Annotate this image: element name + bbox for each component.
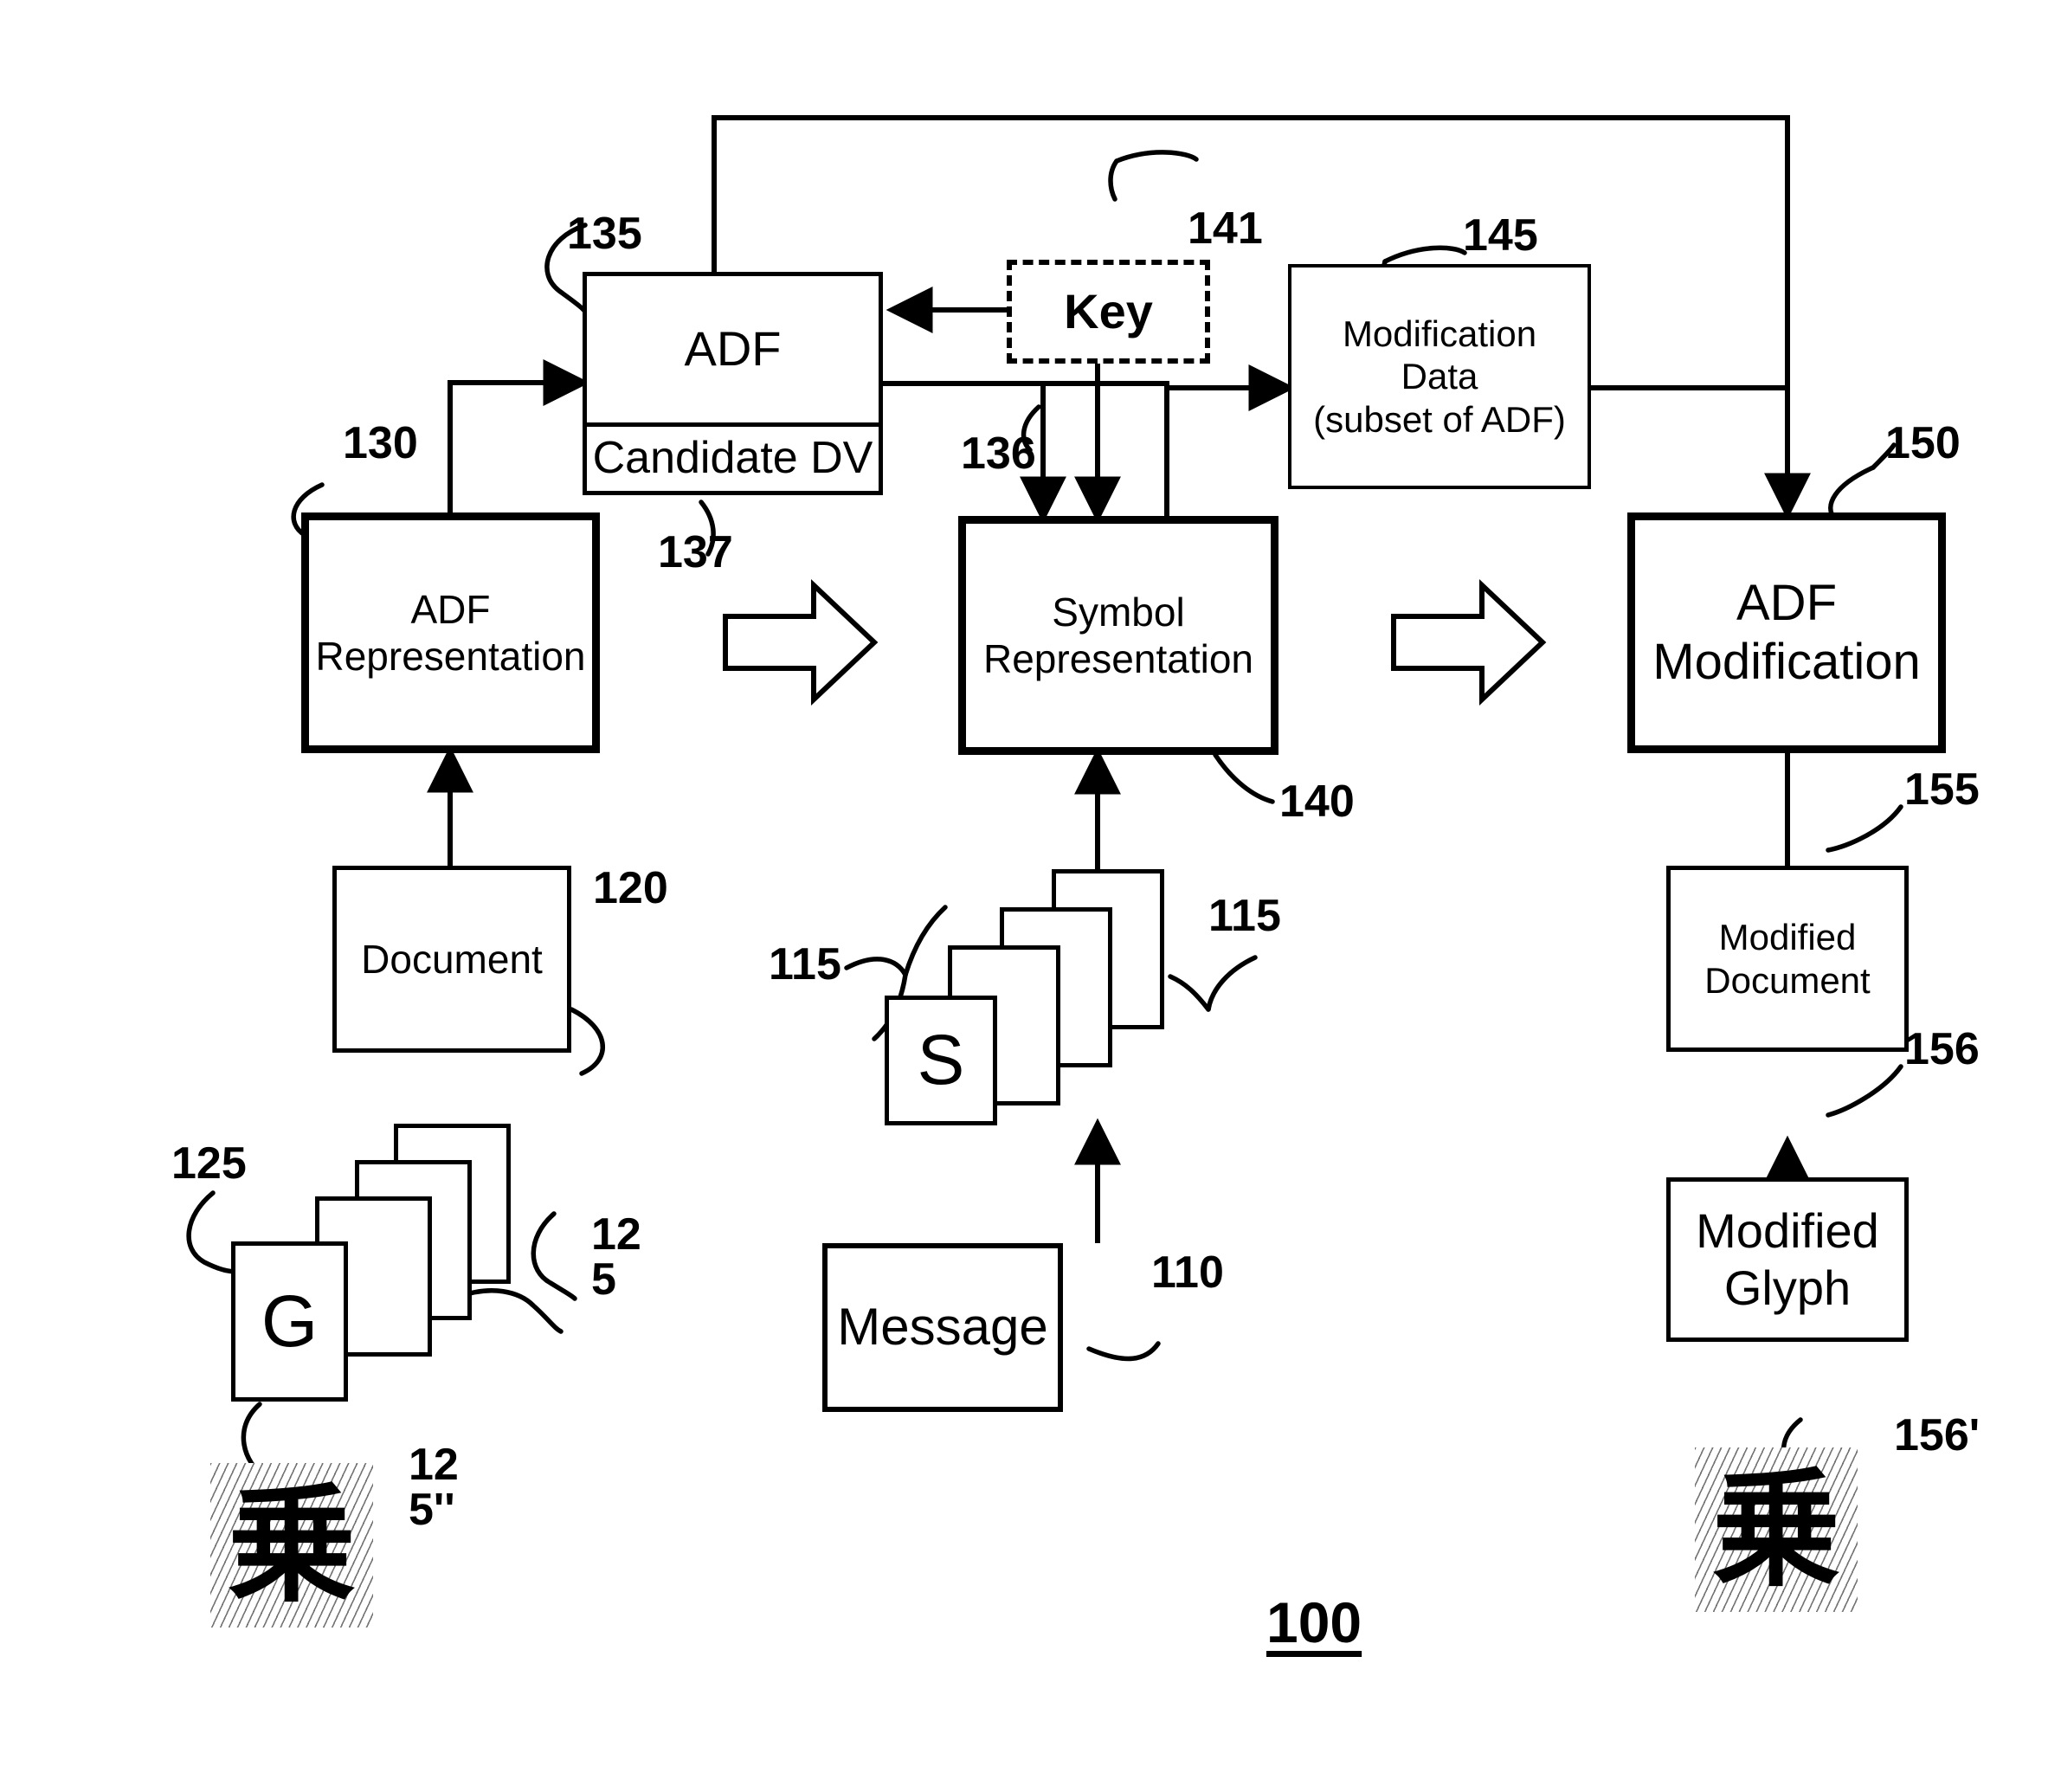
adf-modification-line2: Modification: [1652, 634, 1921, 690]
ref-125-right: 12 5: [591, 1209, 641, 1305]
key-box-label: Key: [1064, 283, 1153, 338]
message-box: Message: [822, 1243, 1063, 1412]
key-box: Key: [1007, 260, 1210, 364]
modified-document-line1: Modified: [1718, 916, 1857, 957]
glyph-stack-label: G: [261, 1280, 319, 1362]
modified-document-line2: Document: [1704, 959, 1871, 1001]
adf-representation-line2: Representation: [315, 634, 586, 679]
modified-glyph-character: 乗: [1712, 1455, 1840, 1604]
ref-156: 156: [1904, 1024, 1980, 1074]
ref-150: 150: [1885, 418, 1961, 468]
original-glyph-tile: 乗: [210, 1463, 373, 1628]
adf-box-subtitle: Candidate DV: [592, 433, 873, 484]
adf-representation-line1: ADF: [410, 586, 491, 632]
symbol-stack-label: S: [917, 1021, 965, 1099]
ref-136: 136: [961, 429, 1036, 479]
ref-141: 141: [1188, 203, 1263, 254]
document-box: Document: [332, 866, 571, 1053]
modified-glyph-line2: Glyph: [1723, 1260, 1852, 1315]
ref-135: 135: [567, 209, 642, 259]
ref-125-double-prime: 12 5'': [409, 1440, 459, 1535]
patent-figure-100: ADF Candidate DV Key Modification Data (…: [0, 0, 2061, 1792]
ref-156-prime: 156': [1894, 1410, 1980, 1460]
modified-glyph-line1: Modified: [1696, 1202, 1879, 1258]
ref-137: 137: [658, 527, 733, 577]
adf-modification-box: ADF Modification: [1627, 512, 1946, 753]
figure-number: 100: [1266, 1590, 1362, 1654]
symbol-representation-box: Symbol Representation: [958, 516, 1278, 755]
ref-110: 110: [1151, 1247, 1224, 1298]
document-box-label: Document: [361, 936, 543, 982]
ref-140: 140: [1279, 777, 1355, 827]
message-box-label: Message: [837, 1298, 1048, 1357]
modified-glyph-box: Modified Glyph: [1666, 1177, 1909, 1342]
symbol-representation-line1: Symbol: [1052, 589, 1185, 635]
modification-data-box: Modification Data (subset of ADF): [1288, 264, 1591, 489]
ref-120: 120: [593, 863, 668, 913]
modification-data-line2: Data: [1401, 356, 1478, 397]
modified-document-box: Modified Document: [1666, 866, 1909, 1052]
glyph-stack-card-top: G: [231, 1241, 348, 1402]
adf-box: ADF Candidate DV: [583, 272, 883, 495]
adf-representation-box: ADF Representation: [301, 512, 600, 753]
ref-115-right: 115: [1208, 891, 1281, 941]
modification-data-line3: (subset of ADF): [1313, 398, 1566, 440]
adf-box-title: ADF: [684, 321, 782, 377]
symbol-stack-card-top: S: [885, 996, 997, 1125]
symbol-representation-line2: Representation: [983, 636, 1253, 681]
ref-145: 145: [1463, 210, 1538, 261]
adf-modification-line1: ADF: [1736, 574, 1837, 631]
ref-130: 130: [343, 418, 418, 468]
modification-data-line1: Modification: [1342, 313, 1537, 354]
ref-155: 155: [1904, 764, 1980, 815]
modified-glyph-tile: 乗: [1695, 1447, 1858, 1612]
original-glyph-character: 乗: [228, 1471, 356, 1620]
ref-125-left: 125: [171, 1138, 247, 1189]
ref-115-left: 115: [769, 939, 841, 989]
